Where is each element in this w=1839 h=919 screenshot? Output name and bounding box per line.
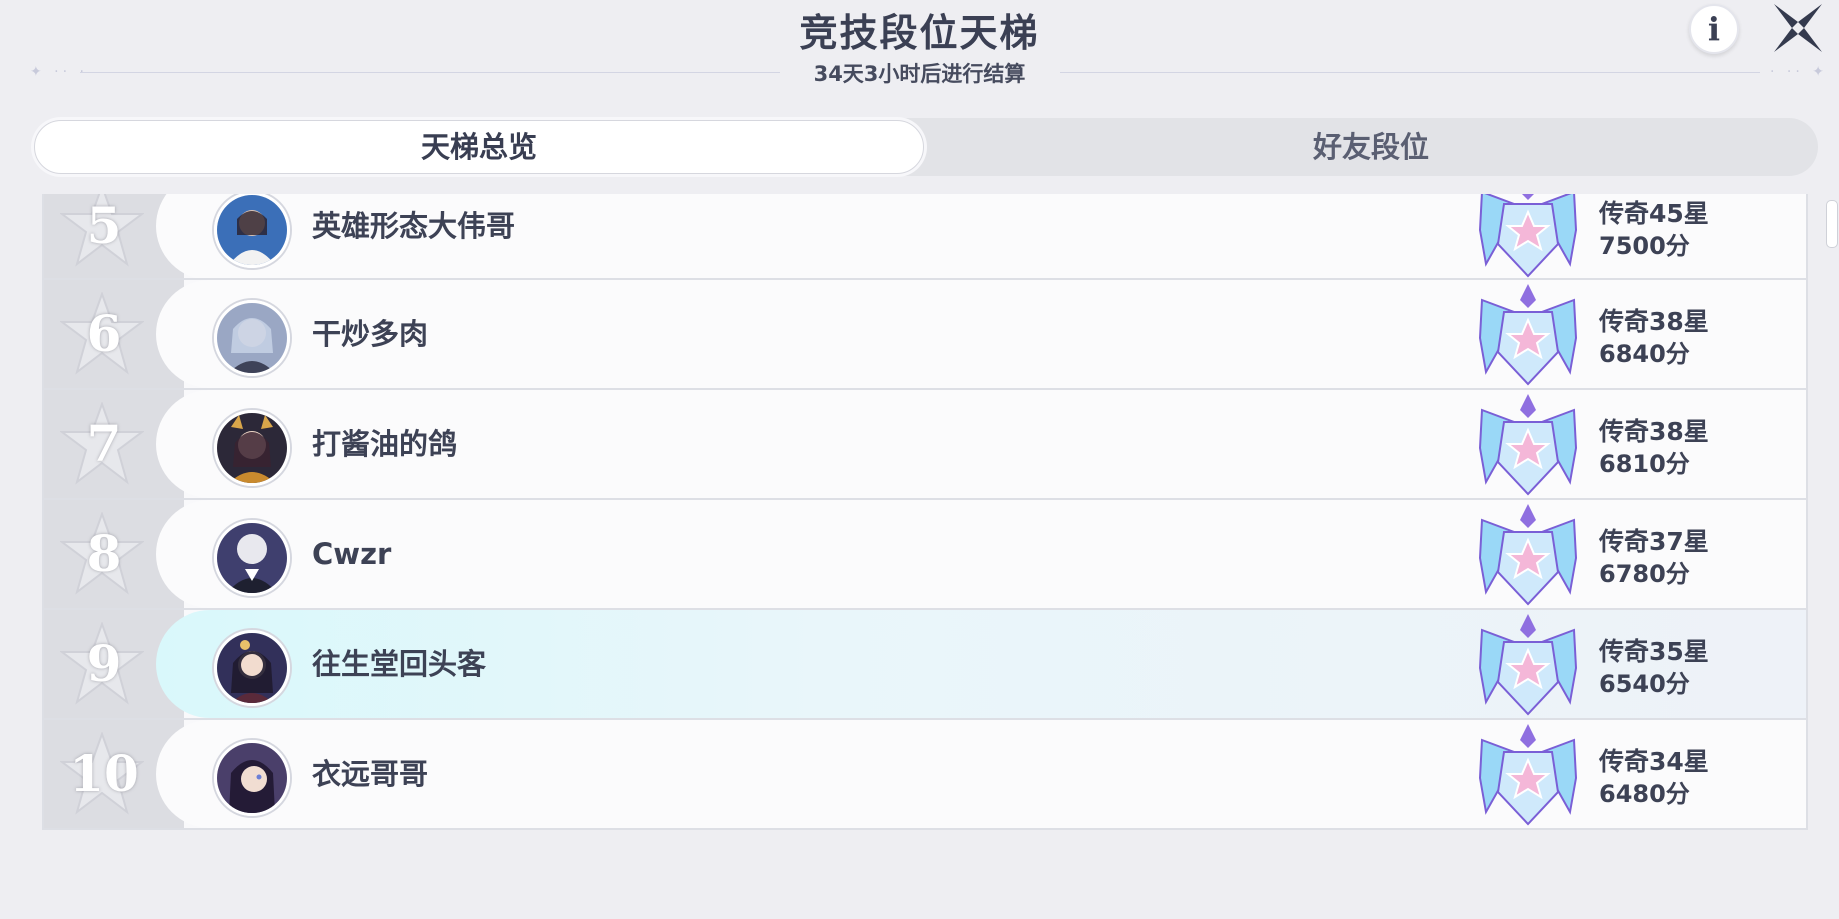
rank-number: 6	[86, 304, 122, 363]
player-name: Cwzr	[312, 537, 392, 571]
tab-bar: 天梯总览 好友段位	[32, 118, 1818, 176]
right-divider-line	[1060, 72, 1760, 73]
info-icon[interactable]: i	[1689, 4, 1739, 54]
rank-tier: 传奇35星	[1599, 637, 1709, 666]
avatar[interactable]	[214, 630, 290, 706]
ranking-list[interactable]: 5 英雄形态大伟哥 传奇45星 7500分 6 干炒多肉 传奇38星 6840分…	[42, 194, 1810, 919]
avatar[interactable]	[214, 194, 290, 268]
rank-tier: 传奇45星	[1599, 199, 1709, 228]
player-name: 英雄形态大伟哥	[312, 209, 516, 243]
rank-score: 6840分	[1599, 340, 1690, 368]
rank-score: 7500分	[1599, 232, 1690, 260]
rank-score: 6540分	[1599, 670, 1690, 698]
avatar[interactable]	[214, 520, 290, 596]
ranking-row[interactable]: 6 干炒多肉 传奇38星 6840分	[42, 278, 1808, 390]
settlement-countdown: 34天3小时后进行结算	[813, 62, 1026, 86]
avatar[interactable]	[214, 410, 290, 486]
avatar[interactable]	[214, 300, 290, 376]
rank-tier: 传奇37星	[1599, 527, 1709, 556]
ranking-row[interactable]: 7 打酱油的鸽 传奇38星 6810分	[42, 388, 1808, 500]
rank-tier: 传奇38星	[1599, 417, 1709, 446]
rank-number: 5	[86, 196, 122, 255]
legend-rank-badge-icon	[1478, 504, 1578, 606]
rank-tier: 传奇34星	[1599, 747, 1709, 776]
rank-number: 10	[69, 744, 139, 803]
ranking-row[interactable]: 5 英雄形态大伟哥 传奇45星 7500分	[42, 194, 1808, 282]
player-name: 衣远哥哥	[312, 757, 429, 791]
player-name: 往生堂回头客	[312, 647, 487, 681]
legend-rank-badge-icon	[1478, 394, 1578, 496]
rank-tier: 传奇38星	[1599, 307, 1709, 336]
player-name: 打酱油的鸽	[312, 427, 458, 461]
ranking-row[interactable]: 8 Cwzr 传奇37星 6780分	[42, 498, 1808, 610]
legend-rank-badge-icon	[1478, 724, 1578, 826]
legend-rank-badge-icon	[1478, 614, 1578, 716]
page-title: 竞技段位天梯	[799, 11, 1040, 55]
rank-score: 6810分	[1599, 450, 1690, 478]
rank-number: 8	[86, 524, 122, 583]
player-name: 干炒多肉	[312, 317, 429, 351]
ranking-row[interactable]: 10 衣远哥哥 传奇34星 6480分	[42, 718, 1808, 830]
tab-ladder-overview[interactable]: 天梯总览	[34, 120, 924, 174]
tab-friend-ranks[interactable]: 好友段位	[924, 118, 1818, 176]
close-icon[interactable]	[1770, 0, 1826, 56]
avatar[interactable]	[214, 740, 290, 816]
ranking-row-highlighted[interactable]: 9 往生堂回头客 传奇35星 6540分	[42, 608, 1808, 720]
legend-rank-badge-icon	[1478, 284, 1578, 386]
rank-score: 6480分	[1599, 780, 1690, 808]
rank-number: 7	[86, 414, 122, 473]
rank-score: 6780分	[1599, 560, 1690, 588]
rank-number: 9	[86, 634, 122, 693]
scrollbar-thumb[interactable]	[1826, 200, 1838, 248]
right-divider-dots: · ·· ✦	[1770, 64, 1828, 80]
legend-rank-badge-icon	[1478, 194, 1578, 278]
